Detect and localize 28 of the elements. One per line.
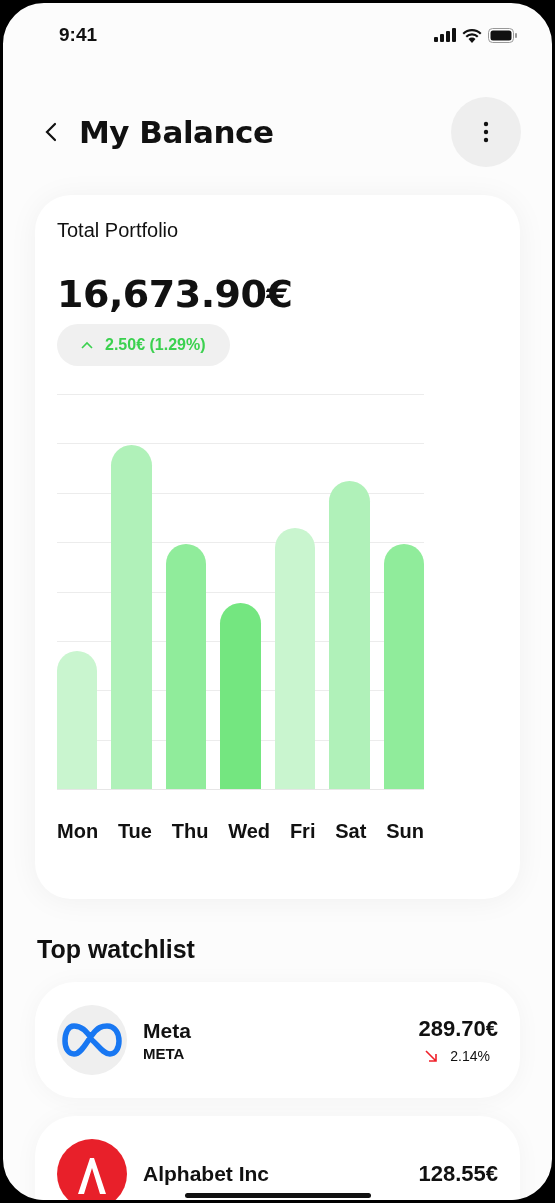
wifi-icon <box>462 27 482 43</box>
stock-card[interactable]: Alphabet Inc 128.55€ <box>35 1116 520 1200</box>
stock-ticker: META <box>143 1044 186 1062</box>
day-label: Mon <box>57 820 99 843</box>
day-label: Sun <box>386 820 424 843</box>
page-title: My Balance <box>79 114 275 150</box>
day-label: Wed <box>228 820 271 843</box>
stock-price: 128.55€ <box>418 1161 498 1187</box>
stock-card[interactable]: Meta META 289.70€ 2.14% <box>35 982 520 1098</box>
change-percent: 2.14% <box>450 1048 490 1064</box>
stock-name: Alphabet Inc <box>143 1162 270 1186</box>
day-label: Thu <box>171 820 209 843</box>
status-time: 9:41 <box>59 24 98 46</box>
portfolio-value: 16,673.90€ <box>57 272 294 316</box>
stock-name: Meta <box>143 1018 192 1043</box>
back-icon <box>45 122 57 142</box>
more-icon <box>483 121 489 143</box>
infinity-icon <box>62 1023 122 1057</box>
day-label: Sat <box>335 820 367 843</box>
day-label: Fri <box>289 820 316 843</box>
caret-up-icon <box>81 341 93 349</box>
stock-price: 289.70€ <box>418 1016 498 1042</box>
signal-icon <box>434 28 456 42</box>
portfolio-label: Total Portfolio <box>57 219 180 242</box>
battery-icon <box>488 27 518 43</box>
section-title: Top watchlist <box>37 935 196 964</box>
change-text: 2.50€ (1.29%) <box>105 336 206 354</box>
day-label: Tue <box>117 820 152 843</box>
